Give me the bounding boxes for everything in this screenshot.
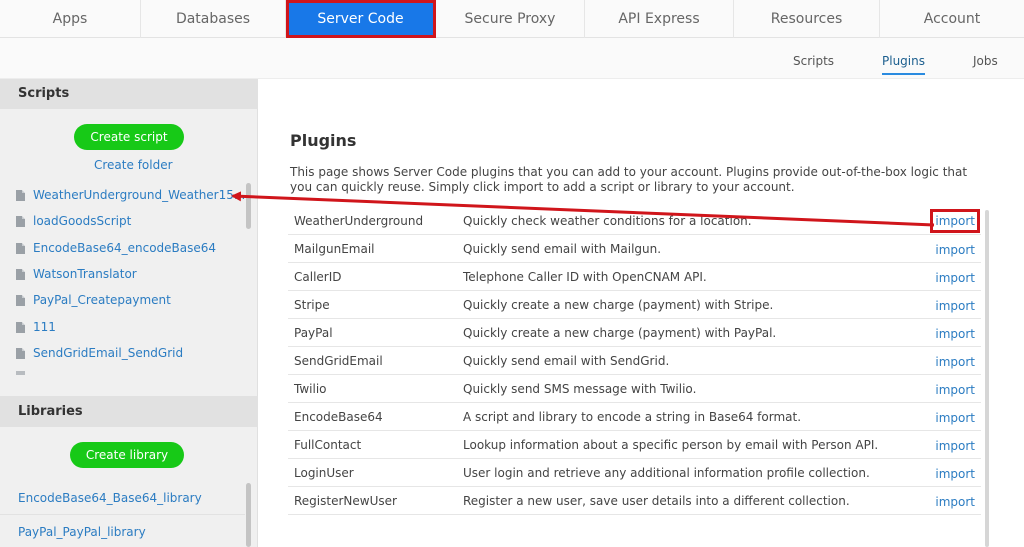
plugin-name: RegisterNewUser: [294, 494, 397, 508]
script-item[interactable]: WatsonTranslator: [0, 261, 245, 287]
table-row: SendGridEmail Quickly send email with Se…: [288, 347, 981, 375]
nav-account[interactable]: Account: [880, 0, 1024, 38]
import-link[interactable]: import: [930, 209, 980, 233]
nav-api-express[interactable]: API Express: [585, 0, 734, 38]
file-icon: [16, 189, 25, 201]
tab-scripts[interactable]: Scripts: [793, 38, 834, 79]
script-item-label: WeatherUnderground_Weather15...: [33, 188, 245, 202]
import-link[interactable]: import: [935, 403, 975, 431]
script-item[interactable]: SendGridEmail_SendGrid: [0, 340, 245, 366]
import-link[interactable]: import: [935, 431, 975, 459]
file-icon: [16, 347, 25, 359]
file-icon: [16, 294, 25, 306]
table-row: LoginUser User login and retrieve any ad…: [288, 459, 981, 487]
plugin-name: EncodeBase64: [294, 410, 383, 424]
libraries-scrollbar[interactable]: [246, 483, 251, 547]
script-item[interactable]: PayPal_Createpayment: [0, 287, 245, 313]
sub-nav: Scripts Plugins Jobs: [0, 38, 1024, 79]
table-row: Twilio Quickly send SMS message with Twi…: [288, 375, 981, 403]
plugin-description: Lookup information about a specific pers…: [463, 438, 879, 452]
script-item[interactable]: EncodeBase64_encodeBase64: [0, 235, 245, 261]
table-row: Stripe Quickly create a new charge (paym…: [288, 291, 981, 319]
plugin-description: User login and retrieve any additional i…: [463, 466, 870, 480]
nav-apps[interactable]: Apps: [0, 0, 141, 38]
plugin-description: Quickly create a new charge (payment) wi…: [463, 326, 777, 340]
file-icon: [16, 321, 25, 333]
app-root: Apps Databases Server Code Secure Proxy …: [0, 0, 1024, 547]
plugin-name: WeatherUnderground: [294, 214, 424, 228]
plugin-name: Stripe: [294, 298, 330, 312]
import-link[interactable]: import: [935, 263, 975, 291]
import-link[interactable]: import: [935, 319, 975, 347]
import-link[interactable]: import: [935, 459, 975, 487]
script-item[interactable]: loadGoodsScript: [0, 208, 245, 234]
script-item[interactable]: WeatherUnderground_Weather15...: [0, 182, 245, 208]
plugin-description: Quickly send email with SendGrid.: [463, 354, 670, 368]
plugins-table: WeatherUnderground Quickly check weather…: [288, 207, 981, 515]
library-item[interactable]: EncodeBase64_Base64_library: [0, 482, 245, 515]
nav-server-code[interactable]: Server Code: [286, 0, 436, 38]
nav-resources[interactable]: Resources: [734, 0, 880, 38]
table-row: WeatherUnderground Quickly check weather…: [288, 207, 981, 235]
file-icon: [16, 215, 25, 227]
script-item-label: SendGridEmail_SendGrid: [33, 346, 184, 360]
plugin-name: SendGridEmail: [294, 354, 383, 368]
script-item[interactable]: 111: [0, 314, 245, 340]
scripts-header: Scripts: [0, 79, 258, 109]
sidebar: Scripts Create script Create folder Weat…: [0, 79, 258, 547]
plugin-name: LoginUser: [294, 466, 354, 480]
tab-jobs[interactable]: Jobs: [973, 38, 998, 79]
plugin-name: MailgunEmail: [294, 242, 375, 256]
plugin-description: Quickly send SMS message with Twilio.: [463, 382, 697, 396]
table-row: MailgunEmail Quickly send email with Mai…: [288, 235, 981, 263]
script-item-label: WatsonTranslator: [33, 267, 137, 281]
plugin-description: Quickly create a new charge (payment) wi…: [463, 298, 774, 312]
main-scrollbar[interactable]: [985, 210, 989, 547]
file-icon: [16, 371, 25, 375]
plugin-name: Twilio: [294, 382, 327, 396]
plugin-description: Telephone Caller ID with OpenCNAM API.: [463, 270, 707, 284]
nav-databases[interactable]: Databases: [141, 0, 286, 38]
create-folder-link[interactable]: Create folder: [94, 158, 173, 172]
script-item-label: EncodeBase64_encodeBase64: [33, 241, 217, 255]
import-link[interactable]: import: [935, 235, 975, 263]
plugin-description: Quickly check weather conditions for a l…: [463, 214, 752, 228]
nav-secure-proxy[interactable]: Secure Proxy: [436, 0, 585, 38]
plugin-description: A script and library to encode a string …: [463, 410, 802, 424]
tab-plugins[interactable]: Plugins: [882, 38, 925, 75]
table-row: PayPal Quickly create a new charge (paym…: [288, 319, 981, 347]
plugin-description: Quickly send email with Mailgun.: [463, 242, 662, 256]
create-library-button[interactable]: Create library: [70, 442, 184, 468]
libraries-header: Libraries: [0, 396, 258, 427]
table-row: RegisterNewUser Register a new user, sav…: [288, 487, 981, 515]
import-link[interactable]: import: [935, 487, 975, 515]
file-icon: [16, 242, 25, 254]
import-link[interactable]: import: [935, 375, 975, 403]
table-row: CallerID Telephone Caller ID with OpenCN…: [288, 263, 981, 291]
file-icon: [16, 268, 25, 280]
page-title: Plugins: [290, 131, 357, 150]
script-item-label: 111: [33, 320, 56, 334]
plugin-name: PayPal: [294, 326, 333, 340]
library-item[interactable]: PayPal_PayPal_library: [0, 516, 245, 547]
create-script-button[interactable]: Create script: [74, 124, 184, 150]
plugin-name: CallerID: [294, 270, 342, 284]
scripts-scrollbar[interactable]: [246, 183, 251, 229]
top-nav: Apps Databases Server Code Secure Proxy …: [0, 0, 1024, 38]
main-content: Plugins This page shows Server Code plug…: [258, 79, 1024, 547]
script-item-label: loadGoodsScript: [33, 214, 132, 228]
table-row: EncodeBase64 A script and library to enc…: [288, 403, 981, 431]
import-link[interactable]: import: [935, 347, 975, 375]
plugin-description: Register a new user, save user details i…: [463, 494, 850, 508]
page-description: This page shows Server Code plugins that…: [290, 165, 968, 194]
plugin-name: FullContact: [294, 438, 362, 452]
table-row: FullContact Lookup information about a s…: [288, 431, 981, 459]
import-link[interactable]: import: [935, 291, 975, 319]
script-item-label: PayPal_Createpayment: [33, 293, 171, 307]
